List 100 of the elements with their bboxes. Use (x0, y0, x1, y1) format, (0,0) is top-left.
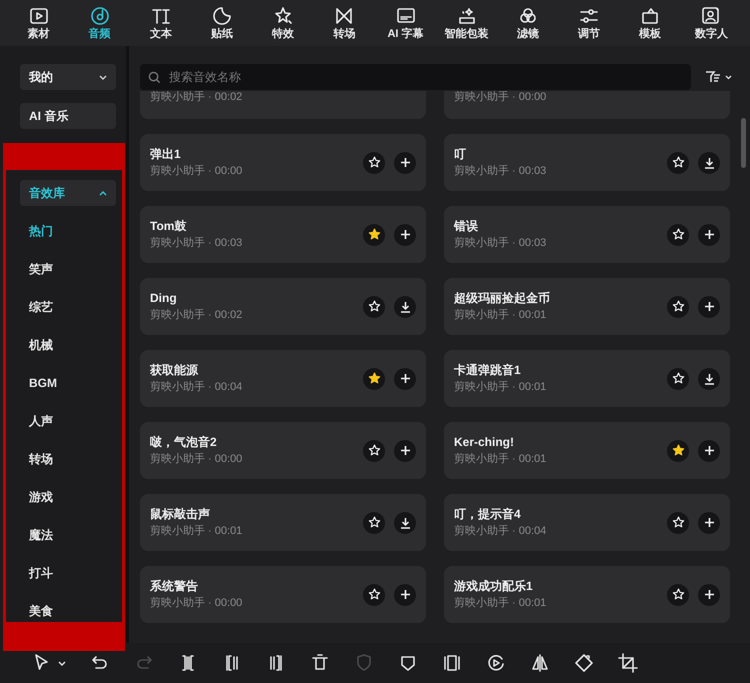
filter-icon (705, 71, 721, 83)
sound-card[interactable]: 错误 剪映小助手 · 00:03 (444, 206, 730, 263)
favorite-button[interactable] (667, 584, 689, 606)
add-button[interactable] (698, 584, 720, 606)
sound-card[interactable]: 叮，提示音4 剪映小助手 · 00:04 (444, 494, 730, 551)
favorite-button[interactable] (667, 512, 689, 534)
tab[interactable]: 素材 (16, 0, 61, 46)
freeze-frame-icon (442, 653, 462, 673)
download-icon (704, 156, 714, 168)
sound-meta: 剪映小助手 · 00:00 (150, 166, 242, 177)
add-button[interactable] (698, 512, 720, 534)
music-disc-icon (90, 6, 110, 26)
sound-card[interactable]: 卡通弹跳音1 剪映小助手 · 00:01 (444, 350, 730, 407)
category-item[interactable]: 游戏 (20, 485, 116, 509)
plus-icon (704, 589, 714, 600)
sound-meta: 剪映小助手 · 00:03 (150, 238, 242, 249)
category-item[interactable]: 笑声 (20, 257, 116, 281)
add-button[interactable] (394, 152, 416, 174)
category-item[interactable]: 美食 (20, 599, 116, 623)
plus-icon (400, 229, 410, 240)
download-button[interactable] (394, 296, 416, 318)
tab[interactable]: 转场 (322, 0, 366, 46)
favorite-button[interactable] (363, 368, 385, 390)
sound-card[interactable]: 鼠标敲击声 剪映小助手 · 00:01 (140, 494, 426, 551)
add-button[interactable] (394, 368, 416, 390)
sound-meta: 剪映小助手 · 00:04 (454, 526, 546, 537)
favorite-button[interactable] (667, 368, 689, 390)
sound-card[interactable]: 叮 剪映小助手 · 00:03 (444, 134, 730, 191)
category-item[interactable]: 机械 (20, 333, 116, 357)
star-icon (368, 444, 380, 457)
favorite-button[interactable] (363, 152, 385, 174)
favorite-button[interactable] (667, 440, 689, 462)
category-item[interactable]: 热门 (20, 219, 116, 243)
library-button[interactable]: 音效库 (20, 180, 116, 206)
category-item[interactable]: 魔法 (20, 523, 116, 547)
sparkle-star-icon (273, 6, 294, 26)
download-icon (400, 516, 410, 528)
favorite-button[interactable] (363, 296, 385, 318)
tab[interactable]: AI 字幕 (384, 0, 428, 46)
favorite-button[interactable] (667, 152, 689, 174)
sound-meta: 剪映小助手 · 00:01 (454, 454, 546, 465)
star-icon (368, 300, 380, 313)
star-icon (672, 372, 684, 385)
category-item[interactable]: BGM (20, 371, 116, 395)
sound-title: 鼠标敲击声 (150, 508, 211, 520)
download-button[interactable] (698, 368, 720, 390)
category-item[interactable]: 综艺 (20, 295, 116, 319)
add-button[interactable] (698, 224, 720, 246)
download-button[interactable] (394, 512, 416, 534)
favorite-button[interactable] (363, 584, 385, 606)
sound-card[interactable]: 超级玛丽捡起金币 剪映小助手 · 00:01 (444, 278, 730, 335)
tab[interactable]: 特效 (261, 0, 306, 46)
star-icon (672, 588, 684, 601)
plus-icon (704, 517, 714, 528)
favorite-button[interactable] (667, 296, 689, 318)
tab[interactable]: 调节 (566, 0, 611, 46)
sound-title: 啵，气泡音2 (150, 436, 218, 448)
search-field[interactable]: 搜索音效名称 (140, 64, 691, 90)
add-button[interactable] (394, 440, 416, 462)
sound-card[interactable]: 游戏成功配乐1 剪映小助手 · 00:01 (444, 566, 730, 623)
dropdown-button[interactable]: 我的 (20, 64, 116, 90)
tab[interactable]: 音频 (78, 0, 122, 46)
sound-card[interactable]: Ker-ching! 剪映小助手 · 00:01 (444, 422, 730, 479)
sound-card[interactable]: 啵，气泡音2 剪映小助手 · 00:00 (140, 422, 426, 479)
add-button[interactable] (394, 224, 416, 246)
caret-icon (58, 660, 66, 666)
sticker-icon (212, 6, 232, 26)
tab[interactable]: 智能包装 (444, 0, 489, 46)
search-input[interactable]: 搜索音效名称 (169, 68, 683, 86)
add-button[interactable] (698, 440, 720, 462)
category-item[interactable]: 打斗 (20, 561, 116, 585)
magic-box-icon (456, 6, 477, 26)
plus-icon (704, 301, 714, 312)
scrollbar[interactable] (741, 118, 746, 168)
tab[interactable]: 滤镜 (506, 0, 550, 46)
sound-title: 叮 (454, 148, 467, 160)
sound-card[interactable]: 弹出1 剪映小助手 · 00:00 (140, 134, 426, 191)
favorite-button[interactable] (363, 224, 385, 246)
add-button[interactable] (394, 584, 416, 606)
sound-card[interactable]: 系统警告 剪映小助手 · 00:00 (140, 566, 426, 623)
sound-meta: 剪映小助手 · 00:01 (454, 598, 546, 609)
download-button[interactable] (698, 152, 720, 174)
captions-icon (396, 6, 416, 26)
tab[interactable]: 数字人 (689, 0, 734, 46)
sound-meta: 剪映小助手 · 00:02 (150, 92, 242, 103)
favorite-button[interactable] (363, 512, 385, 534)
category-item[interactable]: 人声 (20, 409, 116, 433)
tab[interactable]: 模板 (628, 0, 672, 46)
tab[interactable]: 文本 (138, 0, 183, 46)
favorite-button[interactable] (667, 224, 689, 246)
add-button[interactable] (698, 296, 720, 318)
sound-card[interactable]: Ding 剪映小助手 · 00:02 (140, 278, 426, 335)
favorite-button[interactable] (363, 440, 385, 462)
sound-card[interactable]: Tom鼓 剪映小助手 · 00:03 (140, 206, 426, 263)
star-icon (672, 300, 684, 313)
sound-card[interactable]: 获取能源 剪映小助手 · 00:04 (140, 350, 426, 407)
sound-title: 系统警告 (150, 580, 199, 592)
sidebar-button[interactable]: AI 音乐 (20, 103, 116, 129)
category-item[interactable]: 转场 (20, 447, 116, 471)
tab[interactable]: 贴纸 (200, 0, 244, 46)
